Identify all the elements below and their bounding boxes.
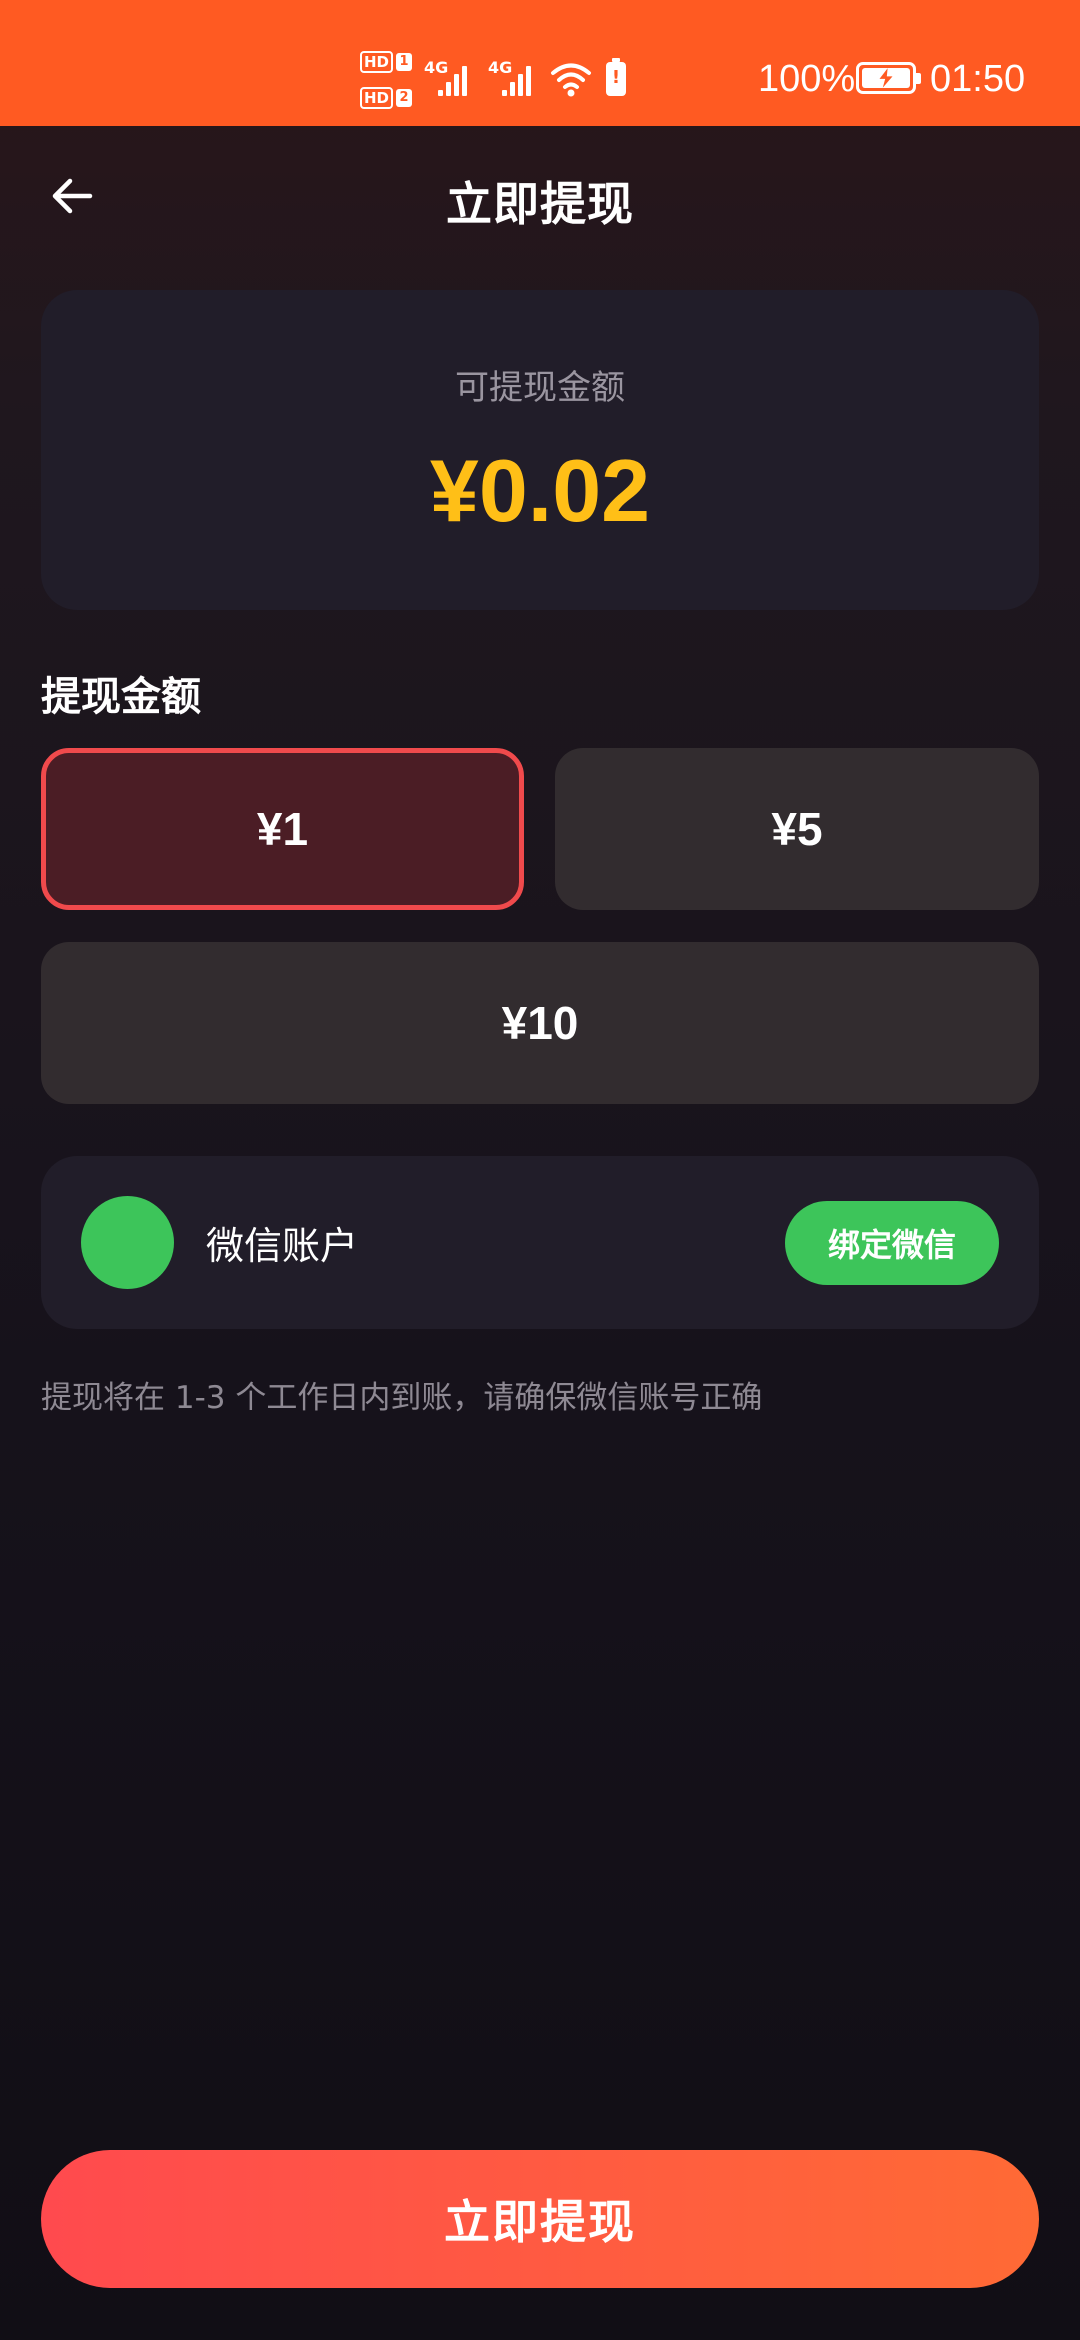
balance-label: 可提现金额 xyxy=(455,368,625,408)
battery-charging-icon xyxy=(856,62,921,94)
sim1-badge: HD 1 xyxy=(360,50,413,74)
withdraw-submit-button[interactable]: 立即提现 xyxy=(41,2150,1039,2288)
battery-percent: 100% xyxy=(758,58,856,100)
bind-wechat-button[interactable]: 绑定微信 xyxy=(785,1201,999,1285)
clock: 01:50 xyxy=(930,58,1026,100)
sim1-hd-label: HD xyxy=(360,51,394,73)
sim2-hd-label: HD xyxy=(360,87,394,109)
amount-option-10[interactable]: ¥10 xyxy=(41,942,1039,1104)
wechat-avatar xyxy=(81,1196,174,1289)
amount-option-label: ¥10 xyxy=(501,997,579,1049)
sim2-badge: HD 2 xyxy=(360,86,413,110)
amount-option-label: ¥1 xyxy=(256,803,309,855)
withdraw-amount-title: 提现金额 xyxy=(41,674,201,720)
sim2-number: 2 xyxy=(396,89,413,107)
wechat-account-label: 微信账户 xyxy=(206,1224,359,1268)
amount-option-5[interactable]: ¥5 xyxy=(555,748,1039,910)
dual-sim-indicator: HD 1 HD 2 xyxy=(360,50,414,112)
page-title: 立即提现 xyxy=(446,177,634,231)
wechat-account-card: 微信账户 绑定微信 xyxy=(41,1156,1039,1329)
balance-amount: ¥0.02 xyxy=(429,441,651,540)
status-bar: HD 1 HD 2 4G 4G ! 100% 01:50 xyxy=(0,0,1080,126)
wifi-icon xyxy=(551,63,591,97)
withdraw-notice: 提现将在 1-3 个工作日内到账，请确保微信账号正确 xyxy=(41,1380,763,1416)
sim1-number: 1 xyxy=(396,53,413,71)
amount-option-1[interactable]: ¥1 xyxy=(41,748,524,910)
amount-option-label: ¥5 xyxy=(771,803,823,855)
balance-card: 可提现金额 ¥0.02 xyxy=(41,290,1039,610)
battery-saver-icon: ! xyxy=(606,58,626,96)
